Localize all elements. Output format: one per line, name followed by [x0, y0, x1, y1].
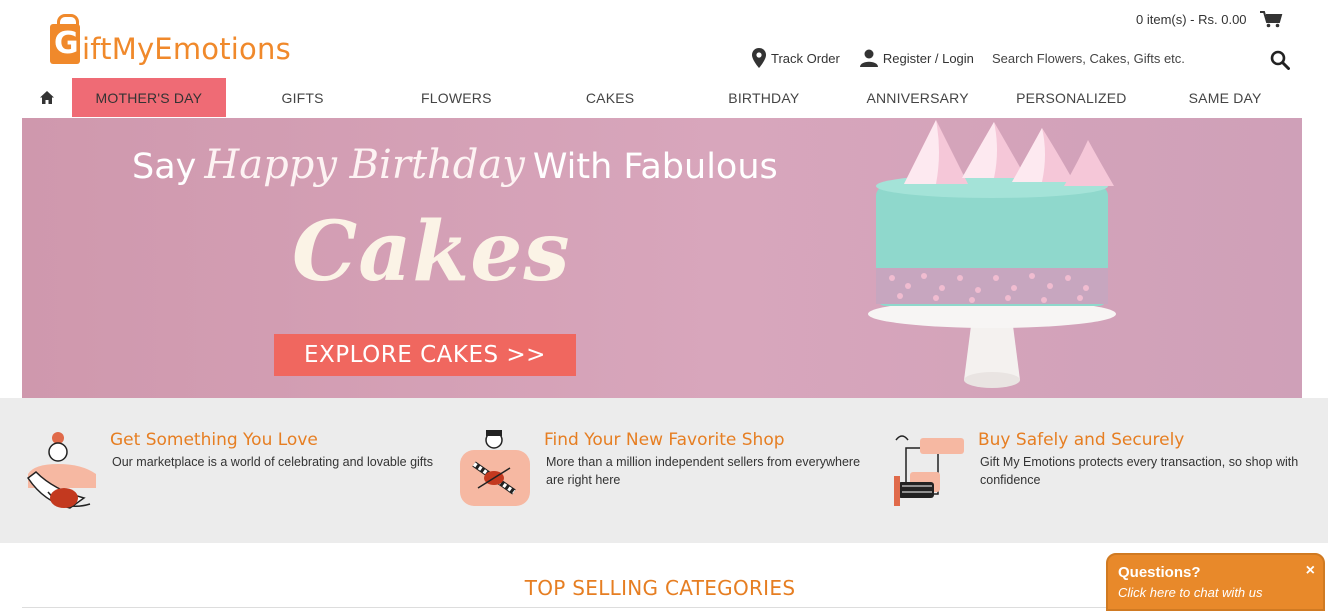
cart-summary-text: 0 item(s) - Rs. 0.00 [1136, 11, 1247, 27]
top-links: Track Order Register / Login [752, 48, 994, 68]
nav-personalized-label: Personalized [1016, 89, 1127, 106]
cake-illustration [868, 120, 1116, 388]
search-icon[interactable] [1270, 50, 1290, 70]
nav-anniversary[interactable]: Anniversary [841, 78, 995, 117]
feature-description: Gift My Emotions protects every transact… [980, 455, 1299, 487]
nav-home[interactable] [22, 78, 72, 117]
banner-headline: Cakes [292, 204, 571, 300]
chat-subtitle: Click here to chat with us [1118, 585, 1263, 600]
nav-same-day[interactable]: Same Day [1148, 78, 1302, 117]
track-order-link[interactable]: Track Order [752, 48, 840, 68]
banner-tagline-start: Say [132, 147, 197, 187]
logo-letter: G [54, 26, 79, 61]
nav-personalized[interactable]: Personalized [994, 78, 1148, 117]
track-order-label: Track Order [771, 50, 840, 66]
features-strip: Get Something You Love Our marketplace i… [0, 398, 1328, 543]
hero-banner[interactable]: Say Happy Birthday With Fabulous Cakes EXP… [22, 118, 1302, 398]
site-header: G iftMyEmotions 0 item(s) - Rs. 0.00 Tra… [0, 0, 1328, 118]
nav-same-day-label: Same Day [1188, 89, 1262, 106]
logo-text: iftMyEmotions [82, 32, 291, 66]
banner-tagline: Say Happy Birthday With Fabulous [132, 142, 778, 188]
location-pin-icon [752, 48, 766, 68]
nav-anniversary-label: Anniversary [866, 89, 969, 106]
user-icon [859, 49, 878, 67]
feature-item: Get Something You Love Our marketplace i… [24, 428, 444, 518]
nav-birthday-label: Birthday [728, 89, 800, 106]
chat-close-icon[interactable]: × [1306, 562, 1315, 580]
nav-birthday[interactable]: Birthday [687, 78, 841, 117]
home-icon [39, 91, 54, 104]
explore-cakes-button[interactable]: EXPLORE CAKES >> [274, 334, 576, 376]
nav-flowers-label: Flowers [421, 89, 492, 106]
chat-widget[interactable]: Questions? Click here to chat with us × [1106, 553, 1325, 611]
nav-mothers-day-label: Mother's Day [95, 89, 203, 106]
feature-description: More than a million independent sellers … [546, 455, 861, 487]
shop-illustration [460, 430, 530, 506]
chat-title: Questions? [1118, 564, 1201, 581]
feature-title: Buy Safely and Securely [978, 430, 1185, 450]
nav-cakes-label: Cakes [585, 89, 635, 106]
secure-illustration [894, 435, 964, 506]
search-bar [992, 50, 1292, 70]
nav-gifts[interactable]: Gifts [226, 78, 380, 117]
gift-love-illustration [26, 432, 96, 509]
cart-summary[interactable]: 0 item(s) - Rs. 0.00 [1136, 10, 1283, 28]
banner-tagline-script: Happy Birthday [204, 142, 525, 188]
register-login-link[interactable]: Register / Login [859, 49, 974, 67]
nav-flowers[interactable]: Flowers [379, 78, 533, 117]
nav-gifts-label: Gifts [281, 89, 324, 106]
banner-tagline-end: With Fabulous [532, 147, 778, 187]
feature-item: Find Your New Favorite Shop More than a … [458, 428, 878, 518]
register-login-label: Register / Login [882, 50, 974, 66]
site-logo[interactable]: G iftMyEmotions [48, 10, 323, 70]
search-input[interactable] [992, 51, 1252, 66]
feature-item: Buy Safely and Securely Gift My Emotions… [892, 428, 1312, 518]
feature-title: Get Something You Love [110, 430, 318, 450]
cart-icon[interactable] [1259, 10, 1283, 28]
main-navigation: Mother's Day Gifts Flowers Cakes Birthda… [22, 78, 1302, 117]
feature-description: Our marketplace is a world of celebratin… [112, 455, 433, 469]
nav-cakes[interactable]: Cakes [533, 78, 687, 117]
nav-mothers-day[interactable]: Mother's Day [71, 78, 226, 117]
feature-title: Find Your New Favorite Shop [544, 430, 785, 450]
